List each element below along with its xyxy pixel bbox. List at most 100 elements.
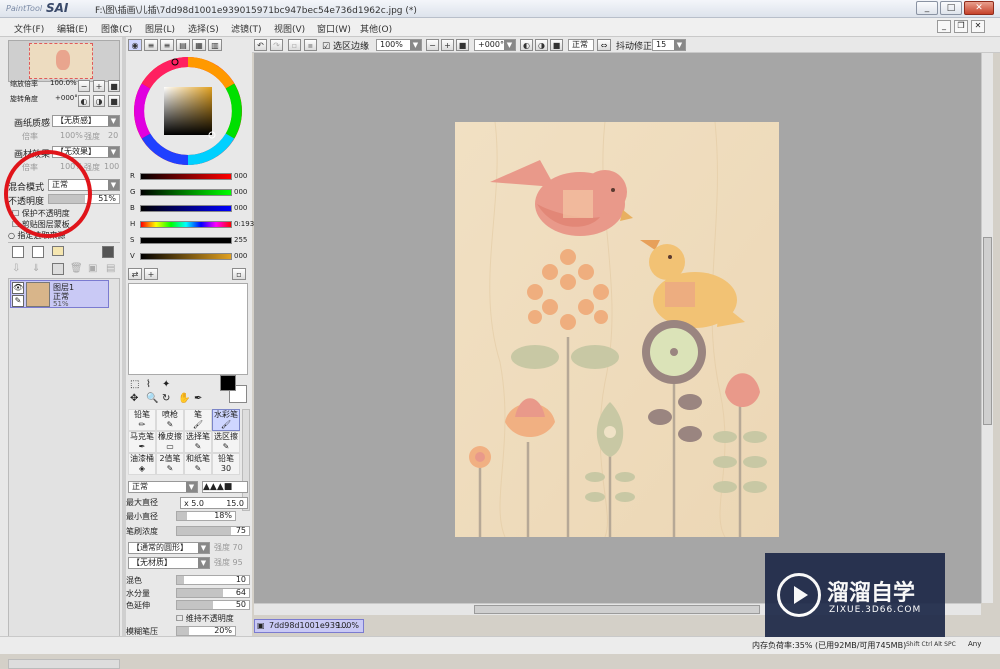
density-slider[interactable]: 75 (176, 526, 250, 536)
slider-b[interactable] (140, 205, 232, 212)
apply-mask-icon[interactable]: ▤ (106, 263, 118, 275)
rotate-left-button[interactable]: ◐ (78, 95, 90, 107)
tool-marker[interactable]: 马克笔 ✒ (128, 431, 156, 453)
vertical-scroll-thumb[interactable] (983, 237, 992, 425)
clear-scratch-icon[interactable]: ▫ (232, 268, 246, 280)
tool-grid-scrollbar[interactable] (242, 409, 250, 511)
brush-shape-buttons[interactable]: ▲▲▲■ (202, 481, 248, 493)
new-layer-icon[interactable] (12, 246, 24, 258)
canvas-zoom-out-button[interactable]: − (426, 39, 439, 51)
new-linework-layer-icon[interactable] (32, 246, 44, 258)
layer-fill-icon[interactable] (102, 246, 114, 258)
flip-view-icon[interactable]: ⇔ (597, 39, 611, 51)
tool-select-pen[interactable]: 选择笔 ✎ (184, 431, 212, 453)
lasso-icon[interactable]: ⌇ (146, 379, 151, 390)
tool-brush[interactable]: 笔 🖌 (184, 409, 212, 431)
layer-row[interactable]: 👁 ✎ 图层1 正常 51% (10, 280, 109, 308)
undo-icon[interactable]: ↶ (254, 39, 267, 51)
eyedropper-icon[interactable]: ✒ (194, 393, 202, 404)
menu-other[interactable]: 其他(O) (360, 22, 392, 35)
canvas-rotate-reset-button[interactable]: ■ (550, 39, 563, 51)
visibility-eye-icon[interactable]: 👁 (12, 282, 24, 294)
canvas-zoom-in-button[interactable]: + (441, 39, 454, 51)
water-slider[interactable]: 64 (176, 588, 250, 598)
display-mode-select[interactable]: 正常 (568, 39, 594, 51)
slider-v[interactable] (140, 253, 232, 260)
canvas-zoom-reset-button[interactable]: ■ (456, 39, 469, 51)
vertical-scrollbar[interactable] (981, 53, 993, 603)
max-size-field[interactable]: x 5.0 15.0 (180, 497, 248, 509)
slider-r[interactable] (140, 173, 232, 180)
tool-airbrush[interactable]: 喷枪 ✎ (156, 409, 184, 431)
select-edge-checkbox[interactable]: ☑ 选区边缘 (322, 39, 369, 52)
zoom-out-button[interactable]: − (78, 80, 90, 92)
rotate-select[interactable]: +000° ▼ (474, 39, 516, 51)
artwork-canvas[interactable] (455, 122, 779, 537)
zoom-select[interactable]: 100% ▼ (376, 39, 422, 51)
menu-edit[interactable]: 编辑(E) (57, 22, 88, 35)
swatch-tab-icon[interactable]: ▦ (192, 39, 206, 51)
min-size-slider[interactable]: 18% (176, 511, 236, 521)
rgb-slider-tab-icon[interactable]: ≡ (144, 39, 158, 51)
clear-layer-icon[interactable] (52, 263, 64, 275)
brush-mode-select[interactable]: 正常 ▼ (128, 481, 198, 493)
zoom-reset-button[interactable]: ■ (108, 80, 120, 92)
scratch-pad-tab-icon[interactable]: ▥ (208, 39, 222, 51)
tool-bucket[interactable]: 油漆桶 ◈ (128, 453, 156, 475)
menu-layer[interactable]: 图层(L) (145, 22, 175, 35)
color-wheel[interactable] (132, 55, 244, 167)
maximize-button[interactable]: □ (940, 1, 962, 15)
brush-shape-select[interactable]: 【通常的圆形】 ▼ (128, 542, 210, 554)
magic-wand-icon[interactable]: ✦ (162, 379, 170, 390)
paper-texture-select[interactable]: 【无质感】 ▼ (52, 115, 120, 127)
zoom-icon[interactable]: 🔍 (146, 393, 158, 404)
keep-opacity-checkbox[interactable]: ☐ 维持不透明度 (176, 613, 234, 624)
rect-select-icon[interactable]: ⬚ (130, 379, 139, 390)
layer-scrollbar[interactable] (8, 659, 120, 669)
menu-select[interactable]: 选择(S) (188, 22, 219, 35)
color-wheel-tab-icon[interactable]: ◉ (128, 39, 142, 51)
deselect-icon[interactable]: ▫ (288, 39, 301, 51)
hsv-slider-tab-icon[interactable]: ≡ (160, 39, 174, 51)
slider-h[interactable] (140, 221, 232, 228)
horizontal-scroll-thumb[interactable] (474, 605, 760, 614)
zoom-in-button[interactable]: + (93, 80, 105, 92)
slider-g[interactable] (140, 189, 232, 196)
tool-pencil[interactable]: 铅笔 ✏ (128, 409, 156, 431)
tool-washi[interactable]: 和纸笔 ✎ (184, 453, 212, 475)
canvas-rotate-left-button[interactable]: ◐ (520, 39, 533, 51)
tool-pencil30[interactable]: 铅笔30✏ (212, 453, 240, 475)
new-folder-icon[interactable] (52, 246, 64, 256)
invert-selection-icon[interactable]: ▪ (304, 39, 317, 51)
blur-pressure-slider[interactable]: 20% (176, 626, 236, 636)
doc-close-button[interactable]: ✕ (971, 20, 985, 33)
tool-select-eraser[interactable]: 选区擦 ✎ (212, 431, 240, 453)
extend-slider[interactable]: 50 (176, 600, 250, 610)
scratch-pad[interactable] (128, 283, 248, 375)
menu-filter[interactable]: 滤镜(T) (231, 22, 262, 35)
menu-file[interactable]: 文件(F) (14, 22, 44, 35)
menu-view[interactable]: 视图(V) (274, 22, 305, 35)
minimize-button[interactable]: _ (916, 1, 938, 15)
brush-texture-select[interactable]: 【无材质】 ▼ (128, 557, 210, 569)
gradient-tab-icon[interactable]: ▤ (176, 39, 190, 51)
doc-restore-button[interactable]: ❐ (954, 20, 968, 33)
redo-icon[interactable]: ↷ (270, 39, 283, 51)
delete-layer-icon[interactable]: 🗑 (70, 263, 83, 275)
transfer-down-icon[interactable]: ⇩ (12, 263, 24, 275)
doc-minimize-button[interactable]: _ (937, 20, 951, 33)
brush-lock-icon[interactable]: ✎ (12, 295, 24, 307)
menu-window[interactable]: 窗口(W) (317, 22, 351, 35)
stabilizer-select[interactable]: 15 ▼ (652, 39, 686, 51)
rotate-reset-button[interactable]: ■ (108, 95, 120, 107)
add-swatch-icon[interactable]: + (144, 268, 158, 280)
slider-s[interactable] (140, 237, 232, 244)
navigator-preview[interactable] (8, 40, 120, 82)
rotate-right-button[interactable]: ◑ (93, 95, 105, 107)
swap-color-icon[interactable]: ⇄ (128, 268, 142, 280)
hand-icon[interactable]: ✋ (178, 393, 190, 404)
merge-down-icon[interactable]: ⇓ (32, 263, 44, 275)
menu-image[interactable]: 图像(C) (101, 22, 132, 35)
tool-watercolor[interactable]: 水彩笔 🖌 (212, 409, 240, 431)
blend-slider[interactable]: 10 (176, 575, 250, 585)
